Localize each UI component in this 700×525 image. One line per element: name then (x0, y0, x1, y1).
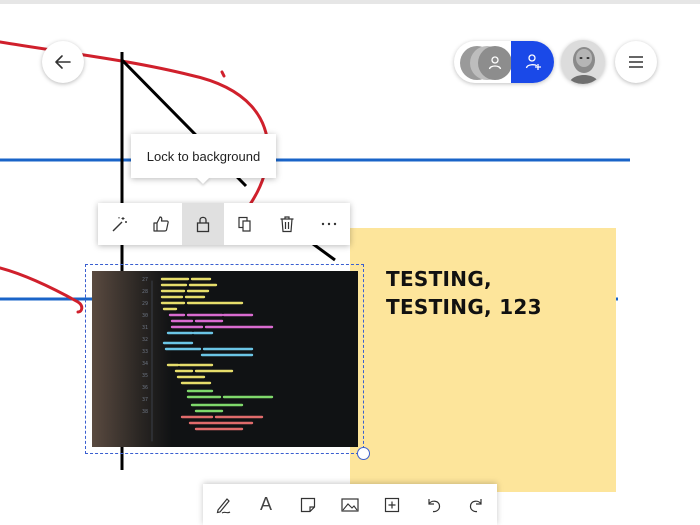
more-options-button[interactable] (308, 203, 350, 245)
text-tool-button[interactable]: A (248, 487, 284, 523)
share-control[interactable] (454, 41, 554, 83)
copy-icon (238, 216, 251, 232)
context-toolbar (98, 203, 350, 245)
react-button[interactable] (140, 203, 182, 245)
back-button[interactable] (42, 41, 84, 83)
menu-button[interactable] (615, 41, 657, 83)
resize-handle[interactable] (357, 447, 370, 460)
user-photo (561, 40, 605, 84)
top-border (0, 0, 700, 4)
copy-button[interactable] (224, 203, 266, 245)
pen-tool-button[interactable] (206, 487, 242, 523)
invite-button[interactable] (511, 41, 554, 83)
pen-icon (216, 497, 231, 513)
note-icon (300, 497, 316, 512)
hamburger-icon (629, 56, 643, 68)
user-avatar[interactable] (561, 40, 605, 84)
redo-button[interactable] (458, 487, 494, 523)
bottom-toolbar: A (203, 484, 497, 525)
sticky-note-line-2: TESTING, 123 (386, 295, 542, 319)
tooltip: Lock to background (131, 134, 276, 178)
image-tool-button[interactable] (332, 487, 368, 523)
participant-avatar[interactable] (478, 46, 512, 80)
thumbs-up-icon (153, 216, 169, 232)
magic-wand-icon (112, 217, 127, 232)
text-tool-glyph: A (259, 494, 272, 514)
ink-beautify-button[interactable] (98, 203, 140, 245)
tooltip-pointer (196, 177, 210, 184)
delete-button[interactable] (266, 203, 308, 245)
selection-frame (85, 264, 364, 454)
arrow-left-icon (55, 55, 71, 69)
lock-to-background-button[interactable] (182, 203, 224, 245)
redo-icon (469, 498, 482, 512)
image-icon (341, 497, 359, 512)
add-person-icon (525, 54, 541, 70)
more-icon (321, 222, 337, 226)
add-box-icon (384, 497, 400, 512)
delete-icon (280, 216, 294, 233)
sticky-note-line-1: TESTING, (386, 267, 492, 291)
person-icon (488, 56, 502, 70)
undo-icon (428, 498, 441, 512)
tooltip-text: Lock to background (146, 148, 261, 164)
insert-button[interactable] (374, 487, 410, 523)
undo-button[interactable] (416, 487, 452, 523)
lock-icon (196, 216, 210, 233)
sticky-note-text[interactable]: TESTING, TESTING, 123 (386, 265, 606, 321)
note-tool-button[interactable] (290, 487, 326, 523)
